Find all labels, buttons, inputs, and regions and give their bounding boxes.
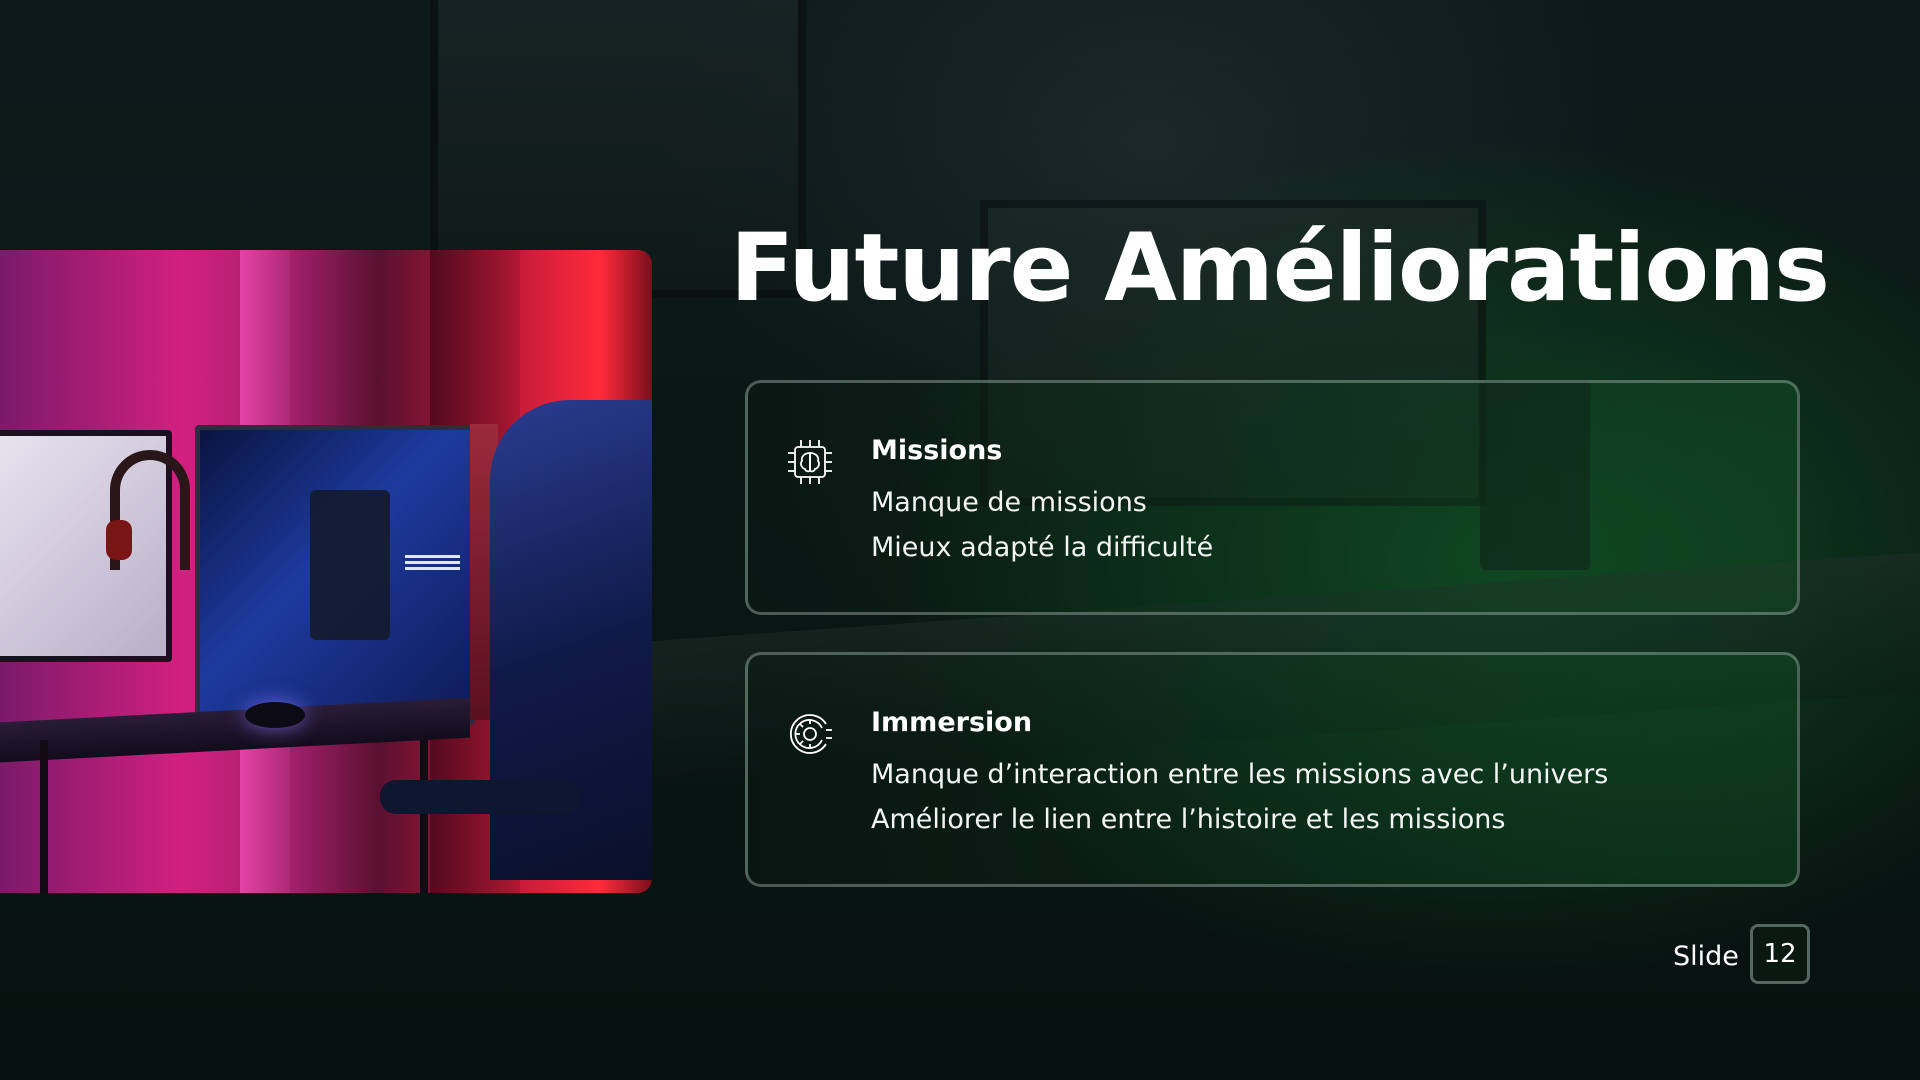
photo-chair-arm (380, 780, 580, 814)
slide-title: Future Améliorations (730, 214, 1830, 323)
photo-pc-tower (195, 424, 498, 725)
card-line: Manque de missions (871, 487, 1147, 518)
slide-number-badge: 12 (1750, 924, 1810, 984)
gaming-setup-photo (0, 250, 652, 893)
improvement-card-immersion: Immersion Manque d’interaction entre les… (745, 652, 1800, 887)
photo-tower-component (310, 490, 390, 640)
photo-desk-leg (420, 740, 428, 893)
card-line: Mieux adapté la difficulté (871, 532, 1214, 563)
card-line: Manque d’interaction entre les missions … (871, 759, 1609, 790)
card-line: Améliorer le lien entre l’histoire et le… (871, 804, 1506, 835)
photo-headphones (106, 450, 190, 570)
photo-mouse (245, 702, 305, 728)
improvement-card-missions: Missions Manque de missions Mieux adapté… (745, 380, 1800, 615)
card-heading: Missions (871, 435, 1003, 466)
card-heading: Immersion (871, 707, 1033, 738)
photo-desk-leg (40, 740, 48, 893)
slide-label: Slide (1673, 941, 1739, 972)
photo-tower-lights (405, 555, 460, 573)
gear-head-icon (786, 710, 834, 758)
brain-chip-icon (786, 438, 834, 486)
